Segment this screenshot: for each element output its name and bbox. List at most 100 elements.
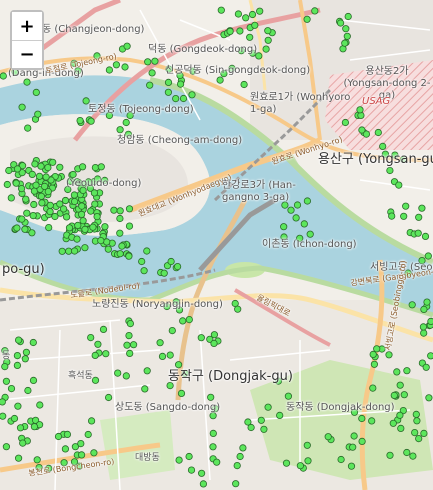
map-point-marker[interactable] [411,428,419,437]
map-point-marker[interactable] [21,225,29,233]
map-point-marker[interactable] [396,411,404,419]
map-point-marker[interactable] [420,305,428,313]
map-point-marker[interactable] [280,223,288,231]
map-point-marker[interactable] [151,57,159,65]
map-point-marker[interactable] [292,214,300,222]
map-point-marker[interactable] [93,213,101,221]
map-point-marker[interactable] [148,69,156,77]
map-point-marker[interactable] [403,448,411,457]
map-point-marker[interactable] [15,454,23,462]
map-point-marker[interactable] [247,423,255,432]
map-point-marker[interactable] [30,200,38,209]
map-point-marker[interactable] [51,212,59,221]
map-point-marker[interactable] [311,7,319,15]
map-point-marker[interactable] [81,225,89,233]
map-point-marker[interactable] [110,206,118,214]
map-point-marker[interactable] [21,355,29,363]
map-point-marker[interactable] [94,340,102,348]
map-point-marker[interactable] [125,222,134,230]
map-point-marker[interactable] [179,317,187,325]
map-point-marker[interactable] [264,27,272,35]
map-view[interactable]: + − 동 (Changjeon-dong) 덕동 (Gongdeok-dong… [0,0,433,490]
map-point-marker[interactable] [248,10,257,19]
map-point-marker[interactable] [156,339,164,347]
map-point-marker[interactable] [23,209,31,217]
map-point-marker[interactable] [236,27,244,35]
map-point-marker[interactable] [167,257,175,266]
map-point-marker[interactable] [126,349,134,357]
map-point-marker[interactable] [116,229,124,237]
map-point-marker[interactable] [174,262,182,271]
map-point-marker[interactable] [61,196,70,205]
map-point-marker[interactable] [76,117,84,125]
map-point-marker[interactable] [164,88,172,96]
map-point-marker[interactable] [242,14,250,22]
map-point-marker[interactable] [112,61,121,69]
map-point-marker[interactable] [400,391,408,399]
map-point-marker[interactable] [420,429,428,437]
map-point-marker[interactable] [24,386,32,395]
map-point-marker[interactable] [388,212,396,220]
map-point-marker[interactable] [14,402,22,410]
map-point-marker[interactable] [282,459,291,467]
map-point-marker[interactable] [177,389,186,397]
map-point-marker[interactable] [99,325,108,333]
map-point-marker[interactable] [209,412,217,420]
map-point-marker[interactable] [130,341,138,349]
map-point-marker[interactable] [122,118,130,127]
map-point-marker[interactable] [177,80,185,88]
map-point-marker[interactable] [264,36,272,44]
map-point-marker[interactable] [138,257,146,266]
map-point-marker[interactable] [81,244,89,252]
map-point-marker[interactable] [103,238,111,246]
map-point-marker[interactable] [7,194,15,202]
map-point-marker[interactable] [23,78,31,86]
map-point-marker[interactable] [421,232,430,240]
map-point-marker[interactable] [0,398,6,406]
map-point-marker[interactable] [35,172,44,180]
map-point-marker[interactable] [78,210,86,218]
map-point-marker[interactable] [71,247,79,255]
map-point-marker[interactable] [344,12,352,21]
map-point-marker[interactable] [197,334,205,342]
map-point-marker[interactable] [90,449,98,457]
map-point-marker[interactable] [233,461,241,470]
map-point-marker[interactable] [210,331,218,339]
map-point-marker[interactable] [105,66,114,74]
map-point-marker[interactable] [385,351,393,359]
map-point-marker[interactable] [63,430,72,438]
map-point-marker[interactable] [73,235,81,243]
map-point-marker[interactable] [10,414,19,423]
map-point-marker[interactable] [240,80,248,89]
map-point-marker[interactable] [71,197,79,206]
map-point-marker[interactable] [236,452,244,461]
map-point-marker[interactable] [373,345,381,353]
map-point-marker[interactable] [427,317,433,325]
map-point-marker[interactable] [397,424,405,432]
map-point-marker[interactable] [69,170,77,179]
map-point-marker[interactable] [123,42,131,50]
map-point-marker[interactable] [123,341,131,349]
map-point-marker[interactable] [287,206,295,214]
map-point-marker[interactable] [56,163,64,171]
map-point-marker[interactable] [412,410,420,418]
map-point-marker[interactable] [300,220,308,228]
map-point-marker[interactable] [324,433,332,441]
map-point-marker[interactable] [19,439,27,447]
map-point-marker[interactable] [234,10,242,18]
map-point-marker[interactable] [304,457,312,465]
map-point-marker[interactable] [415,213,423,221]
map-point-marker[interactable] [79,163,87,171]
map-point-marker[interactable] [386,166,394,175]
map-point-marker[interactable] [187,466,196,474]
map-point-marker[interactable] [188,91,196,99]
map-point-marker[interactable] [209,443,217,451]
map-point-marker[interactable] [296,462,304,470]
map-point-marker[interactable] [116,207,124,215]
map-point-marker[interactable] [125,205,134,213]
map-point-marker[interactable] [38,199,46,207]
map-point-marker[interactable] [29,338,37,347]
map-point-marker[interactable] [349,443,357,451]
map-point-marker[interactable] [369,384,377,392]
map-point-marker[interactable] [101,223,109,231]
